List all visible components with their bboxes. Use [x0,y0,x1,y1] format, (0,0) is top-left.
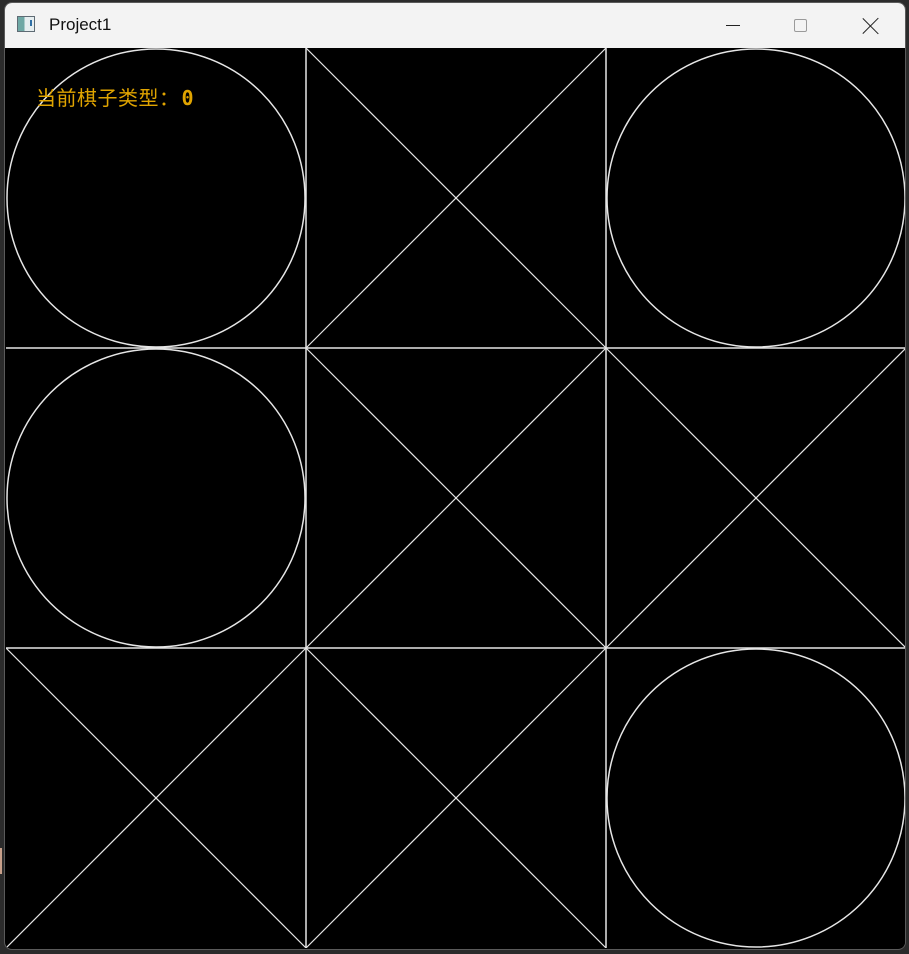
piece-type-status: 当前棋子类型： 0 [36,82,194,111]
app-window: Project1 当前棋子类型： 0 [4,2,906,950]
game-canvas[interactable]: 当前棋子类型： 0 [6,48,906,948]
maximize-icon [793,19,807,32]
close-button[interactable] [841,3,901,48]
maximize-button[interactable] [770,3,830,48]
piece-type-label: 当前棋子类型： [36,86,180,110]
title-bar[interactable]: Project1 [5,3,905,48]
close-icon [862,17,880,35]
minimize-button[interactable] [703,3,763,48]
minimize-icon [726,25,740,26]
app-window-icon [17,16,35,32]
window-title: Project1 [49,15,112,34]
piece-type-value: 0 [181,86,195,110]
tic-tac-toe-board[interactable] [6,48,906,948]
